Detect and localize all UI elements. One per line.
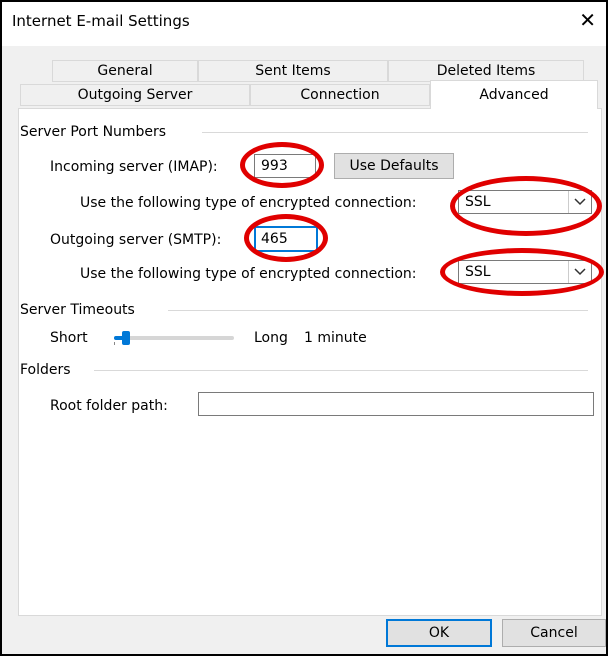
- outgoing-encryption-value: SSL: [465, 264, 491, 280]
- incoming-encryption-label: Use the following type of encrypted conn…: [80, 195, 417, 211]
- outgoing-encryption-select[interactable]: SSL: [458, 260, 592, 284]
- server-timeouts-heading: Server Timeouts: [20, 302, 135, 318]
- chevron-down-icon: [568, 261, 591, 283]
- group-divider: [168, 310, 588, 311]
- folders-heading: Folders: [20, 362, 71, 378]
- use-defaults-button[interactable]: Use Defaults: [334, 153, 454, 179]
- tab-outgoing-server-label: Outgoing Server: [77, 87, 193, 103]
- timeout-slider-track[interactable]: [114, 336, 234, 340]
- server-port-numbers-heading: Server Port Numbers: [20, 124, 167, 140]
- cancel-label: Cancel: [530, 625, 578, 641]
- outgoing-server-label: Outgoing server (SMTP):: [50, 232, 222, 248]
- tab-advanced[interactable]: Advanced: [430, 80, 598, 109]
- group-divider: [94, 370, 588, 371]
- tab-advanced-label: Advanced: [479, 87, 549, 103]
- tab-deleted-items-label: Deleted Items: [436, 63, 536, 79]
- outgoing-encryption-label: Use the following type of encrypted conn…: [80, 266, 417, 282]
- tab-general-label: General: [97, 63, 153, 79]
- timeout-value: 1 minute: [304, 330, 367, 346]
- group-divider: [202, 132, 588, 133]
- slider-tick: [114, 342, 115, 345]
- advanced-panel: [18, 108, 602, 616]
- incoming-encryption-value: SSL: [465, 194, 491, 210]
- tab-general[interactable]: General: [52, 60, 198, 82]
- cancel-button[interactable]: Cancel: [502, 619, 606, 647]
- timeout-slider-thumb[interactable]: [122, 331, 130, 345]
- ok-button[interactable]: OK: [386, 619, 492, 647]
- tab-deleted-items[interactable]: Deleted Items: [388, 60, 584, 82]
- use-defaults-label: Use Defaults: [349, 158, 439, 174]
- ok-label: OK: [428, 625, 450, 641]
- timeout-long-label: Long: [254, 330, 288, 346]
- tab-sent-items[interactable]: Sent Items: [198, 60, 388, 82]
- tab-sent-items-label: Sent Items: [255, 63, 331, 79]
- incoming-port-field[interactable]: [254, 154, 316, 178]
- tab-connection-label: Connection: [300, 87, 380, 103]
- root-folder-label: Root folder path:: [50, 398, 168, 414]
- chevron-down-icon: [568, 191, 591, 213]
- incoming-server-label: Incoming server (IMAP):: [50, 159, 218, 175]
- title-bar: Internet E-mail Settings ✕: [2, 2, 606, 46]
- tab-outgoing-server[interactable]: Outgoing Server: [20, 84, 250, 106]
- close-icon[interactable]: ✕: [579, 10, 596, 30]
- incoming-encryption-select[interactable]: SSL: [458, 190, 592, 214]
- timeout-short-label: Short: [50, 330, 88, 346]
- window-title: Internet E-mail Settings: [12, 12, 190, 30]
- outgoing-port-field[interactable]: [254, 226, 318, 252]
- email-settings-dialog: Internet E-mail Settings ✕ General Sent …: [0, 0, 608, 656]
- tab-connection[interactable]: Connection: [250, 84, 430, 106]
- root-folder-field[interactable]: [198, 392, 594, 416]
